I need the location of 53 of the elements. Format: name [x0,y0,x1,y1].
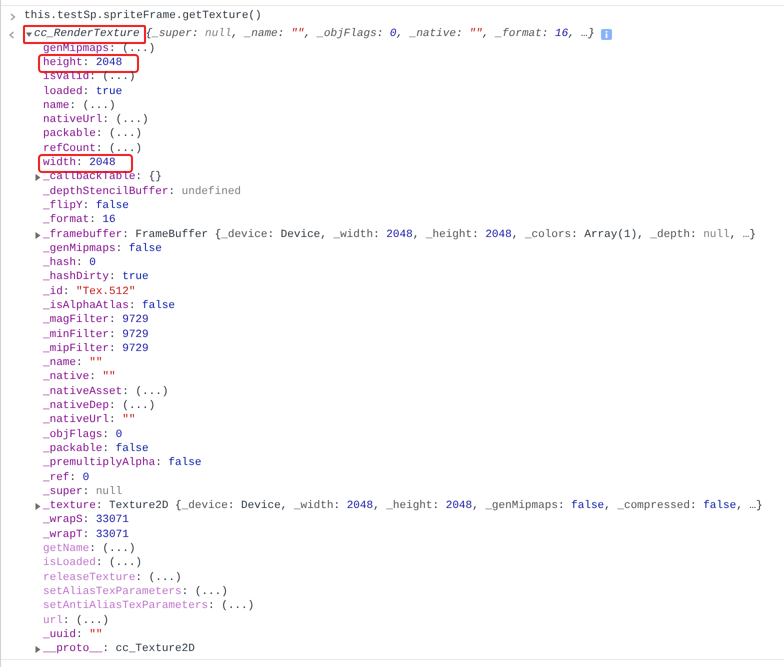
property-line: name: (...) [43,100,116,113]
property-line: nativeUrl: (...) [43,114,149,128]
property-line: _ref: 0 [43,472,90,485]
property-line: height: 2048 [41,56,136,70]
property-line: _isAlphaAtlas: false [43,300,176,313]
expand-triangle-icon[interactable] [35,174,41,182]
expanded-triangle-icon[interactable] [26,31,32,38]
property-line: _id: "Tex.512" [43,286,136,299]
property-line[interactable]: __proto__: cc_Texture2D [43,643,195,656]
property-line: _nativeDep: (...) [43,400,156,414]
property-line[interactable]: _framebuffer: FrameBuffer {_device: Device, _width: 2048, _height: 2048, _colors: Array(1), _depth: null, …} [43,228,756,242]
property-line: isLoaded: (...) [43,557,142,570]
property-line: _wrapT: 33071 [43,528,129,542]
property-line: setAntiAliasTexParameters: (...) [43,600,254,614]
property-line: _packable: false [43,442,149,456]
property-line: releaseTexture: (...) [43,572,182,585]
property-line: _wrapS: 33071 [43,514,129,528]
expand-triangle-icon[interactable] [35,646,41,654]
property-line: _objFlags: 0 [43,428,122,442]
property-line: refCount: (...) [43,142,142,156]
property-line: loaded: true [43,86,122,99]
property-line: _name: "" [43,357,102,370]
property-line: genMipmaps: (...) [43,42,156,56]
property-line: _minFilter: 9729 [43,328,149,342]
property-line: _native: "" [43,371,116,384]
property-line: _nativeUrl: "" [43,414,136,428]
property-line: _flipY: false [43,200,129,213]
property-line: _depthStencilBuffer: undefined [43,186,242,199]
property-line: _hash: 0 [43,257,96,270]
property-line: _genMipmaps: false [43,242,162,256]
property-line: _super: null [43,486,122,499]
property-line: setAliasTexParameters: (...) [43,586,228,599]
property-line: url: (...) [43,614,110,628]
property-line: isValid: (...) [43,71,136,84]
prompt-chevron-icon [10,12,16,20]
object-preview: {_super: null, _name: "", _objFlags: 0, _native: "", _format: 16, …} [146,27,595,42]
property-line: _format: 16 [43,214,116,228]
property-line: _magFilter: 9729 [43,314,149,328]
property-line: _hashDirty: true [43,271,149,284]
property-line: _uuid: "" [43,628,102,642]
console-command: this.testSp.spriteFrame.getTexture() [24,9,262,24]
class-name: cc_RenderTexture [34,27,140,42]
property-line: width: 2048 [41,157,130,170]
expand-triangle-icon[interactable] [35,232,41,238]
property-line: _premultiplyAlpha: false [43,457,202,470]
property-line: _nativeAsset: (...) [43,386,168,399]
property-line[interactable]: _callbackTable: {} [43,171,162,184]
property-line: _mipFilter: 9729 [43,342,149,356]
property-line[interactable]: _texture: Texture2D {_device: Device, _width: 2048, _height: 2048, _genMipmaps: false, _compressed: false, …} [43,500,763,514]
property-line: packable: (...) [43,128,142,142]
property-line: getName: (...) [43,543,136,556]
expand-triangle-icon[interactable] [35,503,41,510]
result-chevron-icon [9,30,15,38]
